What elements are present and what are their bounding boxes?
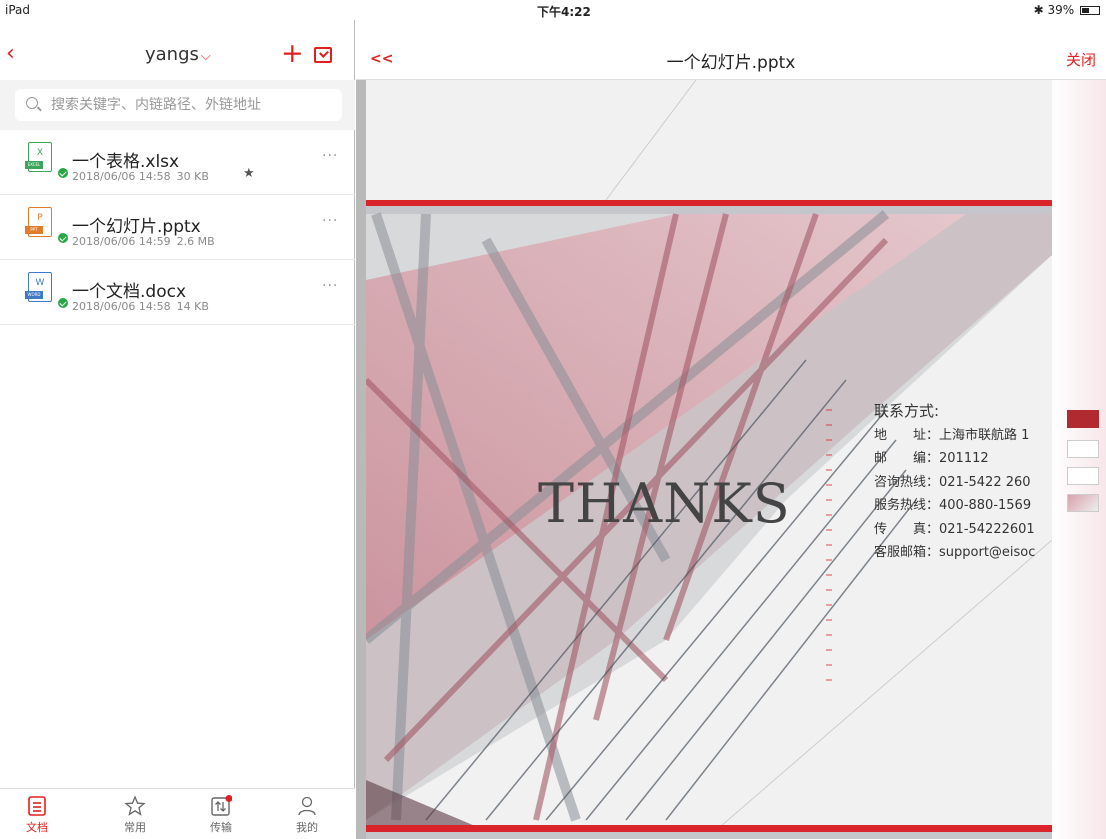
file-name: 一个文档.docx — [72, 282, 187, 302]
close-button[interactable]: 关闭 — [1066, 49, 1096, 70]
file-type-icon: P PPT — [25, 207, 52, 237]
file-date: 2018/06/06 14:58 — [72, 300, 171, 313]
device-label: iPad — [5, 3, 31, 17]
slide-contact-block: 联系方式: 地 址：上海市联航路 1 邮 编：201112 咨询热线：021-542… — [874, 400, 1052, 565]
contact-line: 邮 编：201112 — [874, 451, 989, 466]
search-bar — [0, 80, 355, 130]
tab-label: 我的 — [296, 821, 318, 834]
file-type-icon: X EXCEL — [25, 142, 52, 172]
slide-thumbnail[interactable] — [1067, 494, 1099, 512]
viewer-header: << 一个幻灯片.pptx 关闭 — [356, 20, 1106, 80]
contact-line: 咨询热线：021-5422 260 — [874, 474, 1031, 490]
file-browser-header: ‹ yangs ⌵ + — [0, 20, 355, 80]
more-options-icon[interactable]: ··· — [322, 148, 338, 164]
file-type-label: PPT — [25, 226, 43, 234]
file-type-icon: W WORD — [25, 272, 52, 302]
file-meta: 2018/06/06 14:58 30 KB — [72, 170, 215, 183]
document-viewer: << 一个幻灯片.pptx 关闭 THANKS 联系方式: 地 址：上海市联航路… — [356, 20, 1106, 839]
battery-icon — [1080, 6, 1100, 15]
more-options-icon[interactable]: ··· — [322, 278, 338, 294]
file-type-letter: P — [37, 213, 43, 223]
star-icon — [110, 795, 160, 817]
file-type-label: WORD — [25, 291, 43, 299]
synced-check-icon — [58, 168, 68, 178]
user-switcher[interactable]: yangs ⌵ — [145, 44, 211, 65]
back-icon[interactable]: ‹ — [6, 43, 22, 65]
file-size: 2.6 MB — [176, 235, 215, 248]
file-type-letter: W — [35, 278, 45, 288]
battery-percent: 39% — [1047, 3, 1075, 17]
slide-thumbnail[interactable] — [1067, 467, 1099, 485]
tab-label: 常用 — [124, 821, 146, 834]
file-size: 14 KB — [176, 300, 209, 313]
file-date: 2018/06/06 14:58 — [72, 170, 171, 183]
tab-document[interactable]: 文档 — [12, 795, 62, 835]
transfer-icon — [196, 795, 246, 817]
contact-line: 服务热线：400-880-1569 — [874, 498, 1032, 513]
file-row[interactable]: W WORD 一个文档.docx 2018/06/06 14:58 14 KB ··· — [0, 260, 355, 325]
file-size: 30 KB — [176, 170, 209, 183]
search-icon — [26, 97, 38, 109]
slide-headline: THANKS — [538, 472, 791, 535]
user-name: yangs — [145, 44, 199, 65]
multi-select-icon[interactable] — [314, 47, 332, 63]
add-icon[interactable]: + — [281, 40, 304, 67]
bluetooth-icon: ✱ — [1033, 3, 1044, 17]
slide-thumbnail-strip — [1052, 80, 1106, 839]
file-name: 一个表格.xlsx — [72, 152, 180, 172]
tab-label: 文档 — [26, 821, 48, 834]
slide-canvas[interactable]: THANKS 联系方式: 地 址：上海市联航路 1 邮 编：201112 咨询热线：… — [366, 80, 1052, 839]
file-row[interactable]: X EXCEL 一个表格.xlsx 2018/06/06 14:58 30 KB ★ ··· — [0, 130, 355, 195]
tab-person[interactable]: 我的 — [282, 795, 332, 835]
file-browser-pane: ‹ yangs⌵ + XEXCEL一个表格.xlsx2018/06/06 14:… — [0, 20, 355, 839]
person-icon — [282, 795, 332, 817]
status-bar: iPad 下午4:22 ✱ 39% — [0, 0, 1106, 20]
search-input[interactable] — [51, 94, 331, 116]
bottom-tab-bar: 文档 常用 传输 我的 — [0, 788, 355, 839]
search-box[interactable] — [15, 89, 342, 121]
slide-thumbnail[interactable] — [1067, 410, 1099, 428]
contact-title: 联系方式: — [874, 402, 940, 420]
document-icon — [12, 795, 62, 817]
file-type-letter: X — [36, 148, 44, 158]
file-meta: 2018/06/06 14:58 14 KB — [72, 300, 215, 313]
chevron-down-icon: ⌵ — [200, 49, 211, 64]
contact-line: 传 真：021-54222601 — [874, 521, 1035, 537]
file-list: X EXCEL 一个表格.xlsx 2018/06/06 14:58 30 KB ★ ···… — [0, 130, 355, 325]
tab-star[interactable]: 常用 — [110, 795, 160, 835]
file-row[interactable]: P PPT 一个幻灯片.pptx 2018/06/06 14:59 2.6 MB ··· — [0, 195, 355, 260]
file-date: 2018/06/06 14:59 — [72, 235, 171, 248]
synced-check-icon — [58, 298, 68, 308]
slide-thumbnail[interactable] — [1067, 440, 1099, 458]
document-title: 一个幻灯片.pptx — [666, 53, 796, 73]
more-options-icon[interactable]: ··· — [322, 213, 338, 229]
status-indicators: ✱ 39% — [1034, 3, 1100, 17]
synced-check-icon — [58, 233, 68, 243]
file-meta: 2018/06/06 14:59 2.6 MB — [72, 235, 221, 248]
tab-label: 传输 — [210, 821, 232, 834]
tab-transfer[interactable]: 传输 — [196, 795, 246, 835]
starred-icon: ★ — [243, 166, 255, 181]
contact-line: 地 址：上海市联航路 1 — [874, 427, 1030, 443]
contact-line: 客服邮箱：support@eisoc — [874, 545, 1036, 560]
file-name: 一个幻灯片.pptx — [72, 217, 201, 237]
file-type-label: EXCEL — [25, 161, 43, 169]
status-time: 下午4:22 — [537, 5, 591, 19]
